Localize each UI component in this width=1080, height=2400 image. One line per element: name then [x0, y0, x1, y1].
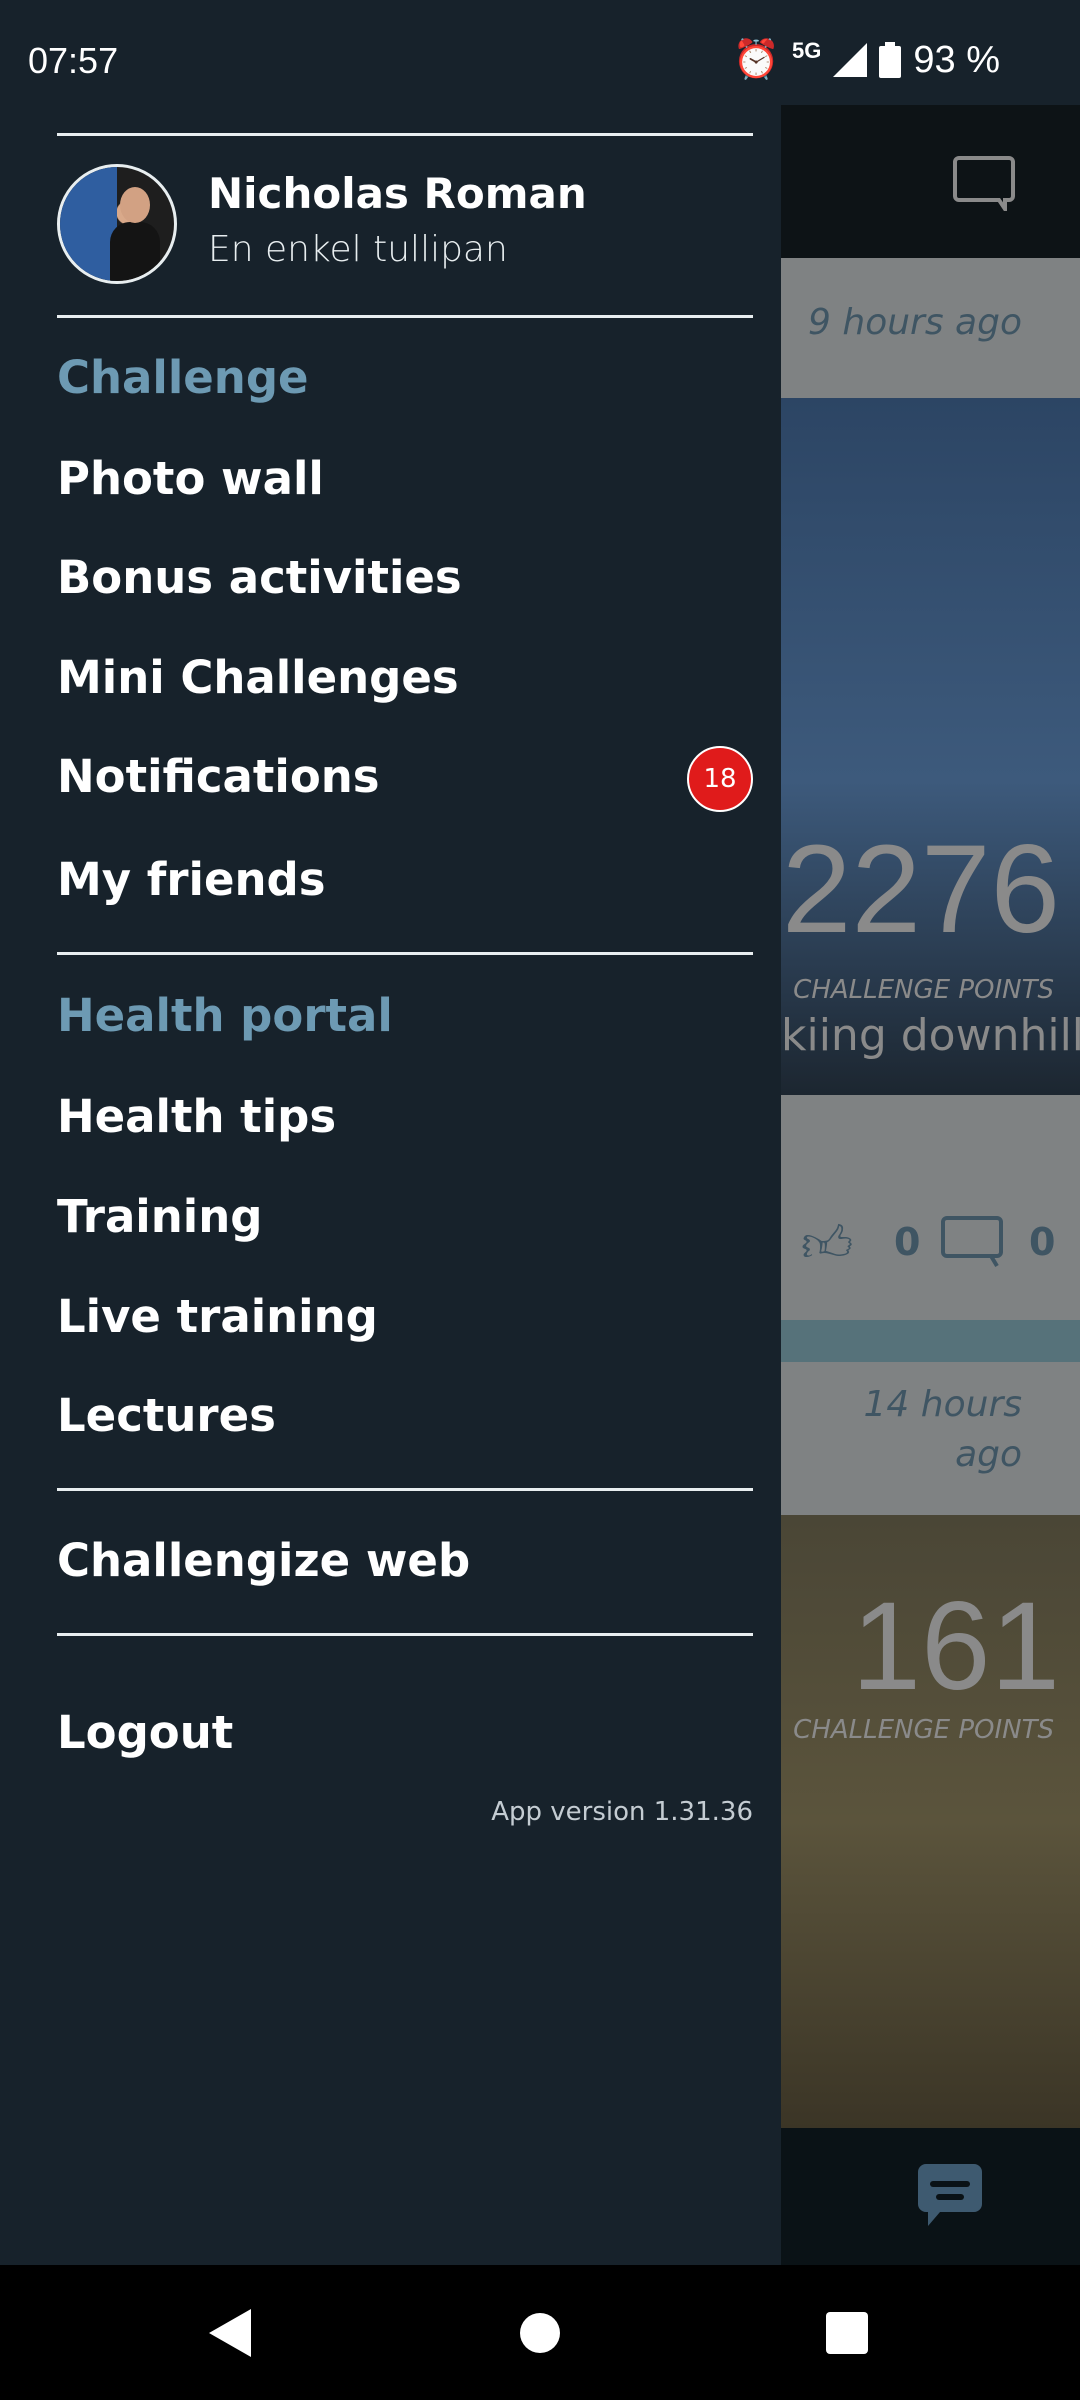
network-type: 5G	[792, 38, 822, 63]
feed-background: 9 hours ago 2276 CHALLENGE POINTS kiing …	[781, 105, 1080, 2265]
menu-bonus-activities[interactable]: Bonus activities	[57, 551, 462, 604]
menu-live-training[interactable]: Live training	[57, 1290, 378, 1343]
back-icon[interactable]	[207, 2309, 251, 2357]
chat-icon[interactable]	[953, 155, 1015, 211]
alarm-icon: ⏰	[732, 39, 781, 81]
logout-button[interactable]: Logout	[57, 1706, 233, 1759]
notifications-badge: 18	[687, 746, 753, 812]
battery-icon	[879, 42, 902, 78]
post-header: 14 hours ago	[781, 1362, 1080, 1515]
home-icon[interactable]	[520, 2313, 560, 2353]
divider	[57, 133, 753, 136]
menu-mini-challenges[interactable]: Mini Challenges	[57, 651, 459, 704]
divider	[57, 952, 753, 955]
divider	[57, 1488, 753, 1491]
post-image[interactable]: 161 CHALLENGE POINTS	[781, 1515, 1080, 2128]
divider	[57, 315, 753, 318]
menu-health-tips[interactable]: Health tips	[57, 1090, 336, 1143]
section-health-portal[interactable]: Health portal	[57, 989, 393, 1042]
post-actions: 👍︎ 0 0	[781, 1095, 1080, 1320]
post-time: 9 hours ago	[808, 302, 1022, 343]
navigation-drawer: Nicholas Roman En enkel tullipan Challen…	[0, 105, 781, 2265]
system-nav-bar	[0, 2265, 1080, 2400]
profile-name[interactable]: Nicholas Roman	[208, 169, 587, 218]
activity-name: kiing downhill	[781, 1010, 1080, 1061]
points-label: CHALLENGE POINTS	[793, 975, 1054, 1005]
feed-header	[781, 105, 1080, 258]
menu-notifications[interactable]: Notifications	[57, 750, 380, 803]
menu-lectures[interactable]: Lectures	[57, 1389, 276, 1442]
post-time: 14 hours ago	[863, 1384, 1022, 1475]
post-header: 9 hours ago	[781, 258, 1080, 398]
message-icon[interactable]	[918, 2164, 982, 2228]
signal-icon	[833, 43, 868, 77]
post-image[interactable]: 2276 CHALLENGE POINTS kiing downhill	[781, 398, 1080, 1095]
points-value: 2276	[781, 820, 1060, 959]
section-challenge[interactable]: Challenge	[57, 351, 309, 404]
menu-my-friends[interactable]: My friends	[57, 853, 326, 906]
menu-photo-wall[interactable]: Photo wall	[57, 452, 324, 505]
comment-count: 0	[1029, 1220, 1056, 1264]
menu-training[interactable]: Training	[57, 1190, 262, 1243]
points-label: CHALLENGE POINTS	[793, 1715, 1054, 1745]
app-version: App version 1.31.36	[491, 1797, 753, 1827]
like-count: 0	[894, 1220, 921, 1264]
recents-icon[interactable]	[826, 2312, 868, 2354]
divider	[57, 1633, 753, 1636]
comment-icon[interactable]	[941, 1215, 1003, 1271]
points-value: 161	[851, 1577, 1060, 1716]
avatar[interactable]	[57, 164, 177, 284]
battery-level: 93 %	[913, 38, 1000, 81]
menu-challengize-web[interactable]: Challengize web	[57, 1534, 470, 1587]
clock: 07:57	[28, 40, 119, 81]
divider-strip	[781, 1320, 1080, 1362]
profile-subtitle: En enkel tullipan	[208, 229, 508, 270]
like-icon[interactable]: 👍︎	[801, 1215, 853, 1275]
status-bar: 07:57 ⏰ 5G 93 %	[0, 0, 1080, 105]
bottom-bar	[781, 2128, 1080, 2265]
